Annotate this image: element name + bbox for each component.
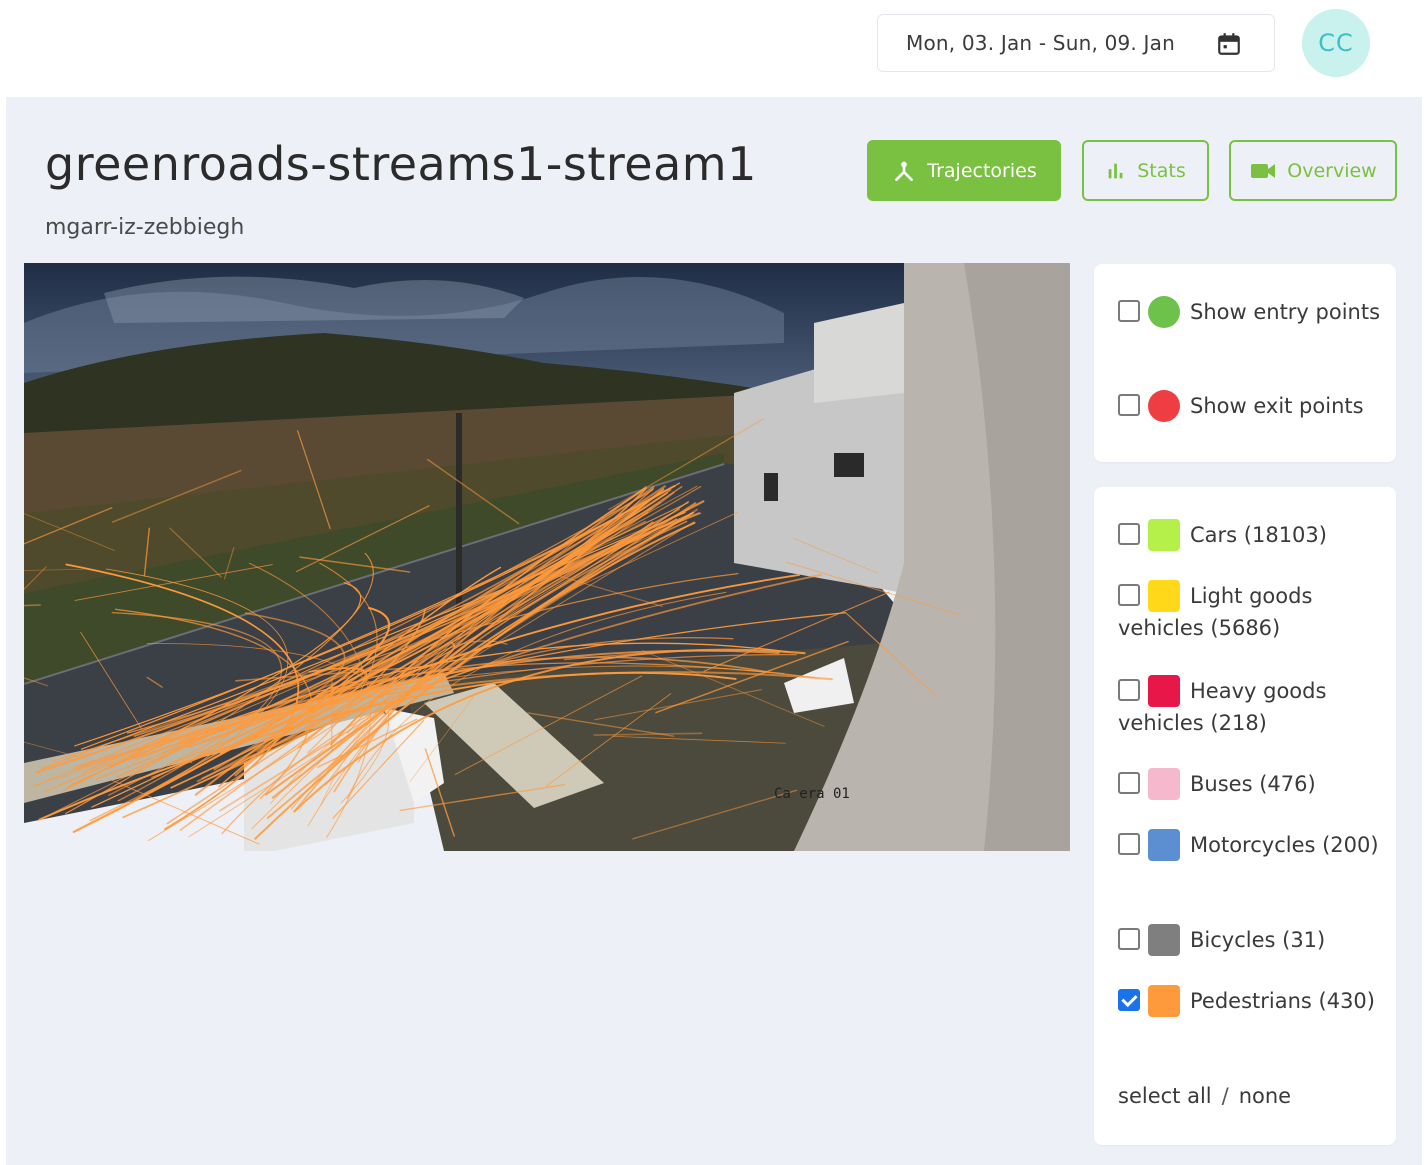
- page-title: greenroads-streams1-stream1: [45, 137, 757, 191]
- top-bar: Mon, 03. Jan - Sun, 09. Jan CC: [0, 0, 1428, 97]
- buses-label: Buses (476): [1190, 772, 1316, 796]
- motorcycles-swatch: [1148, 829, 1180, 861]
- class-option-buses[interactable]: Buses (476): [1118, 768, 1386, 800]
- buses-swatch: [1148, 768, 1180, 800]
- bar-chart-icon: [1108, 163, 1123, 178]
- exit-points-checkbox[interactable]: [1118, 394, 1140, 416]
- select-none-link[interactable]: none: [1239, 1084, 1291, 1108]
- class-option-pedestrians[interactable]: Pedestrians (430): [1118, 985, 1386, 1017]
- avatar-initials: CC: [1318, 29, 1354, 57]
- class-option-bicycles[interactable]: Bicycles (31): [1118, 924, 1386, 956]
- stats-button[interactable]: Stats: [1082, 140, 1209, 201]
- cloud: [104, 276, 524, 323]
- user-avatar[interactable]: CC: [1302, 9, 1370, 77]
- exit-points-option[interactable]: Show exit points: [1118, 390, 1386, 422]
- select-separator: /: [1221, 1084, 1229, 1108]
- light-goods-swatch: [1148, 580, 1180, 612]
- bicycles-swatch: [1148, 924, 1180, 956]
- stats-label: Stats: [1137, 159, 1186, 182]
- class-option-cars[interactable]: Cars (18103): [1118, 519, 1386, 551]
- heavy-goods-checkbox[interactable]: [1118, 679, 1140, 701]
- select-all-link[interactable]: select all: [1118, 1084, 1212, 1108]
- exit-point-swatch: [1148, 390, 1180, 422]
- trajectories-label: Trajectories: [927, 159, 1037, 182]
- bicycles-label: Bicycles (31): [1190, 928, 1326, 952]
- date-range-picker[interactable]: Mon, 03. Jan - Sun, 09. Jan: [877, 14, 1275, 72]
- heavy-goods-swatch: [1148, 675, 1180, 707]
- video-camera-icon: [1251, 163, 1276, 178]
- exit-points-label: Show exit points: [1190, 394, 1364, 418]
- calendar-icon[interactable]: [1216, 31, 1242, 57]
- utility-pole: [456, 413, 462, 633]
- cars-checkbox[interactable]: [1118, 523, 1140, 545]
- bicycles-checkbox[interactable]: [1118, 928, 1140, 950]
- cars-swatch: [1148, 519, 1180, 551]
- building-window: [834, 453, 864, 477]
- light-goods-checkbox[interactable]: [1118, 584, 1140, 606]
- pedestrians-label: Pedestrians (430): [1190, 989, 1375, 1013]
- class-option-heavy-goods[interactable]: Heavy goods vehicles (218): [1118, 675, 1386, 739]
- vehicle-classes-panel: Cars (18103) Light goods vehicles (5686)…: [1094, 487, 1396, 1145]
- class-option-light-goods[interactable]: Light goods vehicles (5686): [1118, 580, 1386, 644]
- cars-label: Cars (18103): [1190, 523, 1327, 547]
- buses-checkbox[interactable]: [1118, 772, 1140, 794]
- camera-view: Ca era 01: [24, 263, 1070, 851]
- trajectories-button[interactable]: Trajectories: [867, 140, 1061, 201]
- pedestrians-swatch: [1148, 985, 1180, 1017]
- overview-label: Overview: [1287, 159, 1377, 182]
- entry-points-label: Show entry points: [1190, 300, 1381, 324]
- camera-label: Ca era 01: [774, 786, 850, 802]
- date-range-text: Mon, 03. Jan - Sun, 09. Jan: [906, 31, 1175, 55]
- entry-point-swatch: [1148, 296, 1180, 328]
- camera-frame: Ca era 01: [24, 263, 1070, 851]
- points-panel: Show entry points Show exit points: [1094, 264, 1396, 462]
- trajectories-icon: [895, 161, 914, 181]
- building-window: [764, 473, 778, 501]
- entry-points-checkbox[interactable]: [1118, 300, 1140, 322]
- overview-button[interactable]: Overview: [1229, 140, 1397, 201]
- pedestrians-checkbox[interactable]: [1118, 989, 1140, 1011]
- entry-points-option[interactable]: Show entry points: [1118, 296, 1386, 328]
- motorcycles-checkbox[interactable]: [1118, 833, 1140, 855]
- select-controls: select all / none: [1118, 1084, 1291, 1108]
- main-content: greenroads-streams1-stream1 mgarr-iz-zeb…: [6, 97, 1422, 1165]
- class-option-motorcycles[interactable]: Motorcycles (200): [1118, 829, 1386, 861]
- motorcycles-label: Motorcycles (200): [1190, 833, 1379, 857]
- page-subtitle: mgarr-iz-zebbiegh: [45, 215, 245, 240]
